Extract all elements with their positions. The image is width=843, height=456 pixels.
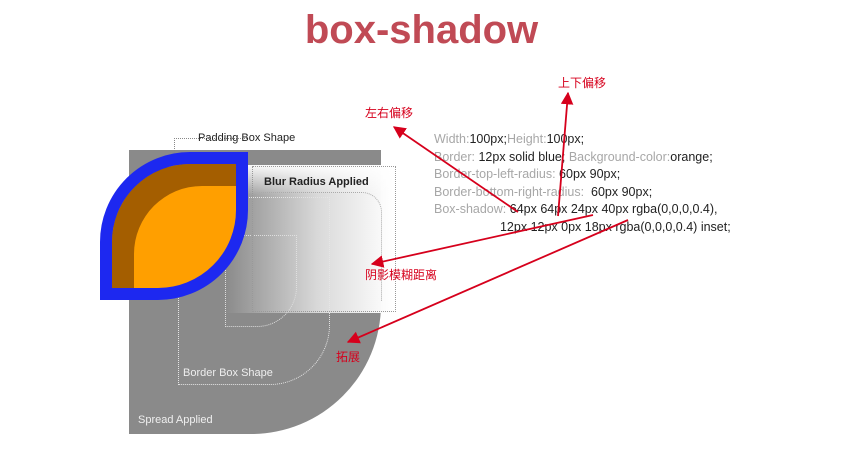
arrow-blur-distance — [370, 214, 594, 268]
arrow-left-right-offset — [392, 126, 519, 213]
arrow-up-down-offset — [557, 91, 574, 217]
annotation-arrows — [346, 91, 629, 344]
